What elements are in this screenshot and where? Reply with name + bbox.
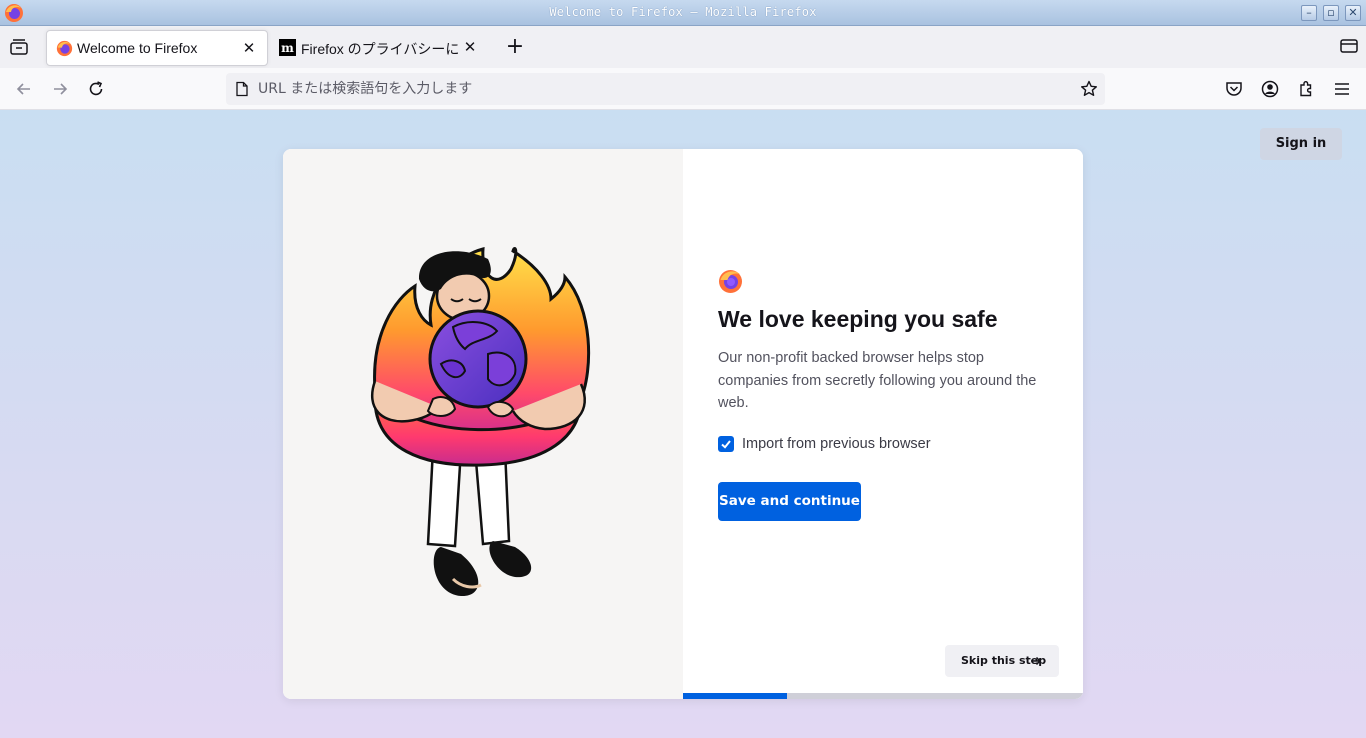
content-panel: We love keeping you safe Our non-profit … bbox=[683, 149, 1083, 699]
welcome-page: Sign in We love keeping you safe Our non… bbox=[0, 110, 1366, 738]
svg-text:m: m bbox=[281, 41, 294, 55]
tab-label: Firefox のプライバシーに bbox=[301, 41, 460, 57]
tab-privacy[interactable]: m Firefox のプライバシーに ✕ bbox=[270, 30, 488, 66]
checkmark-icon bbox=[721, 440, 731, 449]
progress-bar bbox=[683, 693, 1083, 699]
new-tab-button[interactable]: + bbox=[505, 36, 525, 58]
import-checkbox[interactable] bbox=[718, 436, 734, 452]
firefox-logo-icon bbox=[56, 40, 73, 57]
page-description: Our non-profit backed browser helps stop… bbox=[718, 350, 1037, 411]
page-icon bbox=[236, 81, 248, 97]
sign-in-button[interactable]: Sign in bbox=[1260, 128, 1342, 160]
back-arrow-icon[interactable] bbox=[13, 78, 35, 100]
firefox-logo-icon bbox=[719, 270, 742, 293]
skip-step-button[interactable]: Skip this step bbox=[945, 645, 1059, 677]
reload-icon[interactable] bbox=[85, 78, 107, 100]
account-icon[interactable] bbox=[1259, 78, 1281, 100]
page-heading: We love keeping you safe bbox=[718, 306, 998, 332]
minimize-button[interactable]: – bbox=[1301, 5, 1317, 21]
hamburger-menu-icon[interactable] bbox=[1331, 78, 1353, 100]
arrow-right-icon bbox=[1031, 656, 1042, 666]
save-and-continue-button[interactable]: Save and continue bbox=[718, 482, 861, 521]
illustration-panel bbox=[283, 149, 683, 699]
url-bar[interactable] bbox=[226, 73, 1105, 105]
tab-overview-icon[interactable] bbox=[8, 37, 30, 57]
forward-arrow-icon[interactable] bbox=[49, 78, 71, 100]
tab-strip: Welcome to Firefox ✕ m Firefox のプライバシーに … bbox=[0, 26, 1366, 68]
import-checkbox-label: Import from previous browser bbox=[742, 436, 931, 452]
close-window-button[interactable]: ✕ bbox=[1345, 5, 1361, 21]
progress-bar-fill bbox=[683, 693, 787, 699]
pocket-icon[interactable] bbox=[1223, 78, 1245, 100]
close-tab-icon[interactable]: ✕ bbox=[239, 38, 259, 58]
mozilla-m-icon: m bbox=[279, 39, 296, 56]
tab-label: Welcome to Firefox bbox=[77, 40, 198, 56]
person-hugging-firefox-illustration bbox=[371, 246, 591, 597]
extensions-icon[interactable] bbox=[1295, 78, 1317, 100]
onboarding-card: We love keeping you safe Our non-profit … bbox=[283, 149, 1083, 699]
url-input[interactable] bbox=[258, 77, 1058, 101]
firefox-view-icon[interactable] bbox=[1340, 38, 1358, 54]
window-titlebar: Welcome to Firefox — Mozilla Firefox – ▫… bbox=[0, 0, 1366, 26]
bookmark-star-icon[interactable] bbox=[1079, 79, 1099, 99]
navigation-toolbar bbox=[0, 68, 1366, 110]
close-tab-icon[interactable]: ✕ bbox=[460, 37, 480, 57]
maximize-button[interactable]: ▫ bbox=[1323, 5, 1339, 21]
tab-welcome[interactable]: Welcome to Firefox ✕ bbox=[46, 30, 268, 66]
window-title: Welcome to Firefox — Mozilla Firefox bbox=[549, 5, 817, 19]
